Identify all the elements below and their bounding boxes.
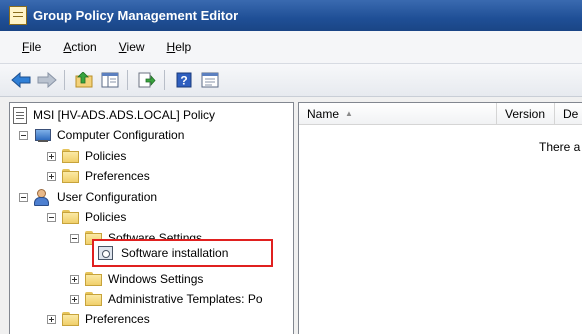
toolbar-separator — [64, 70, 65, 90]
collapse-icon[interactable] — [19, 192, 28, 202]
expand-icon[interactable] — [70, 274, 79, 284]
menu-bar: File Action View Help — [0, 31, 582, 64]
sort-ascending-icon: ▲ — [345, 109, 353, 118]
expand-icon[interactable] — [47, 151, 56, 161]
tree-item-label: Policies — [85, 149, 127, 163]
menu-view[interactable]: View — [119, 40, 145, 54]
export-list-icon[interactable] — [136, 69, 158, 91]
tree-item-computer-configuration[interactable]: Computer Configuration — [19, 125, 184, 145]
tree-item-cc-policies[interactable]: Policies — [47, 146, 126, 166]
empty-list-message: There a — [539, 140, 581, 154]
folder-icon — [62, 149, 80, 163]
column-header-version[interactable]: Version — [497, 103, 555, 125]
collapse-icon[interactable] — [19, 130, 28, 140]
tree-item-label: Computer Configuration — [57, 128, 185, 142]
tree-item-label: Windows Settings — [108, 272, 204, 286]
folder-icon — [62, 210, 80, 224]
window-title: Group Policy Management Editor — [33, 8, 239, 23]
collapse-icon[interactable] — [47, 212, 56, 222]
toolbar: ? — [0, 64, 582, 97]
tree-item-uc-preferences[interactable]: Preferences — [47, 309, 150, 329]
tree-item-label: Preferences — [85, 312, 150, 326]
forward-icon[interactable] — [36, 69, 58, 91]
up-folder-icon[interactable] — [73, 69, 95, 91]
software-installation-icon — [98, 246, 113, 260]
tree-item-label: Policies — [85, 210, 127, 224]
console-tree[interactable]: MSI [HV-ADS.ADS.LOCAL] Policy Computer C… — [9, 102, 294, 334]
policy-editor-icon — [9, 6, 27, 25]
help-icon[interactable]: ? — [173, 69, 195, 91]
folder-icon — [85, 292, 103, 306]
properties-icon[interactable] — [199, 69, 221, 91]
show-hide-tree-icon[interactable] — [99, 69, 121, 91]
expand-icon[interactable] — [47, 171, 56, 181]
folder-icon — [62, 312, 80, 326]
policy-document-icon — [13, 106, 27, 124]
tree-item-label: Administrative Templates: Po — [108, 292, 263, 306]
tree-item-user-configuration[interactable]: User Configuration — [19, 187, 157, 207]
folder-icon — [85, 272, 103, 286]
tree-item-label: Software installation — [121, 246, 229, 260]
tree-item-windows-settings[interactable]: Windows Settings — [70, 269, 203, 289]
expand-icon[interactable] — [70, 294, 79, 304]
toolbar-separator — [164, 70, 165, 90]
menu-action[interactable]: Action — [63, 40, 96, 54]
tree-item-software-installation[interactable]: Software installation — [98, 243, 228, 263]
user-icon — [34, 189, 52, 206]
title-bar: Group Policy Management Editor — [0, 0, 582, 31]
tree-item-label: Preferences — [85, 169, 150, 183]
tree-item-uc-policies[interactable]: Policies — [47, 207, 126, 227]
column-header-description[interactable]: De — [555, 103, 582, 125]
menu-file[interactable]: File — [22, 40, 41, 54]
tree-item-root[interactable]: MSI [HV-ADS.ADS.LOCAL] Policy — [13, 105, 215, 125]
svg-text:?: ? — [180, 74, 187, 88]
menu-help[interactable]: Help — [167, 40, 192, 54]
back-icon[interactable] — [10, 69, 32, 91]
tree-item-label: MSI [HV-ADS.ADS.LOCAL] Policy — [33, 108, 216, 122]
computer-icon — [34, 128, 52, 143]
folder-icon — [62, 169, 80, 183]
collapse-icon[interactable] — [70, 233, 79, 243]
details-pane[interactable]: Name ▲ Version De There a — [298, 102, 582, 334]
tree-item-administrative-templates[interactable]: Administrative Templates: Po — [70, 289, 263, 309]
toolbar-separator — [127, 70, 128, 90]
tree-item-label: User Configuration — [57, 190, 158, 204]
column-header-name[interactable]: Name ▲ — [299, 103, 497, 125]
tree-item-cc-preferences[interactable]: Preferences — [47, 166, 150, 186]
expand-icon[interactable] — [47, 314, 56, 324]
